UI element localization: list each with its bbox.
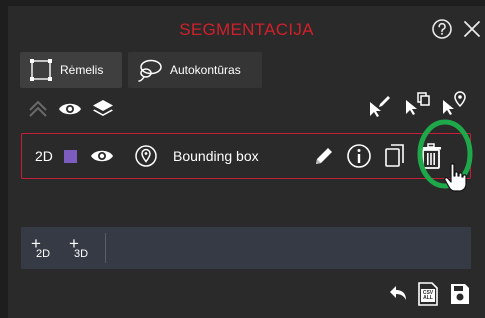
edit-pointer-button[interactable] [366, 92, 392, 118]
eye-icon [91, 150, 113, 162]
lasso-icon [138, 59, 162, 82]
annotation-copy-button[interactable] [382, 142, 408, 170]
panel-title: SEGMENTACIJA [179, 20, 314, 39]
export-csv-button[interactable]: CSV ALL [416, 280, 440, 308]
annotation-edit-button[interactable] [311, 143, 337, 169]
tab-remelis[interactable]: Rėmelis [20, 52, 122, 88]
collapse-button[interactable] [26, 97, 50, 121]
csv-all-label: CSV ALL [422, 290, 434, 301]
hand-cursor-icon [444, 163, 467, 192]
help-button[interactable] [431, 18, 453, 40]
cursor-pencil-icon [370, 96, 390, 117]
close-button[interactable] [460, 17, 484, 41]
copy-icon [385, 144, 404, 167]
copy-pointer-button[interactable] [403, 90, 431, 116]
layers-icon [93, 100, 113, 116]
tab-autokonturas[interactable]: Autokontūras [128, 52, 262, 88]
tab-autokonturas-label: Autokontūras [170, 63, 241, 77]
annotation-color-swatch[interactable] [64, 150, 77, 163]
annotation-visibility-button[interactable] [88, 144, 116, 168]
toggle-all-visibility-button[interactable] [57, 97, 83, 121]
segmentation-panel: SEGMENTACIJA Rėmelis Autokontūras 2D Bou… [8, 6, 485, 318]
eye-icon [59, 103, 81, 115]
pencil-icon [316, 148, 332, 164]
cursor-pin-icon [443, 91, 466, 115]
annotation-locate-button[interactable] [133, 143, 159, 169]
cursor-copy-icon [406, 92, 430, 115]
save-button[interactable] [448, 281, 472, 307]
close-icon [464, 21, 480, 37]
bounding-box-icon [30, 59, 52, 81]
info-icon [347, 144, 371, 168]
add-2d-button[interactable]: + 2D [29, 235, 59, 265]
tab-remelis-label: Rėmelis [60, 63, 104, 77]
save-icon [451, 284, 469, 304]
chevron-up-icon [29, 100, 47, 117]
location-pin-icon [135, 145, 157, 167]
add-3d-button[interactable]: + 3D [67, 235, 97, 265]
layers-button[interactable] [91, 97, 115, 121]
pin-pointer-button[interactable] [440, 90, 468, 116]
add-bar-divider [105, 233, 106, 263]
add-2d-label: 2D [36, 248, 51, 260]
annotation-dimension: 2D [35, 148, 53, 164]
undo-icon [390, 286, 406, 300]
undo-button[interactable] [387, 282, 411, 306]
question-circle-icon [432, 19, 452, 39]
annotation-row[interactable]: 2D Bounding box [21, 133, 471, 179]
add-3d-label: 3D [74, 248, 89, 260]
annotation-label: Bounding box [173, 148, 259, 164]
add-annotation-bar: + 2D + 3D [21, 227, 471, 269]
annotation-info-button[interactable] [345, 142, 373, 170]
